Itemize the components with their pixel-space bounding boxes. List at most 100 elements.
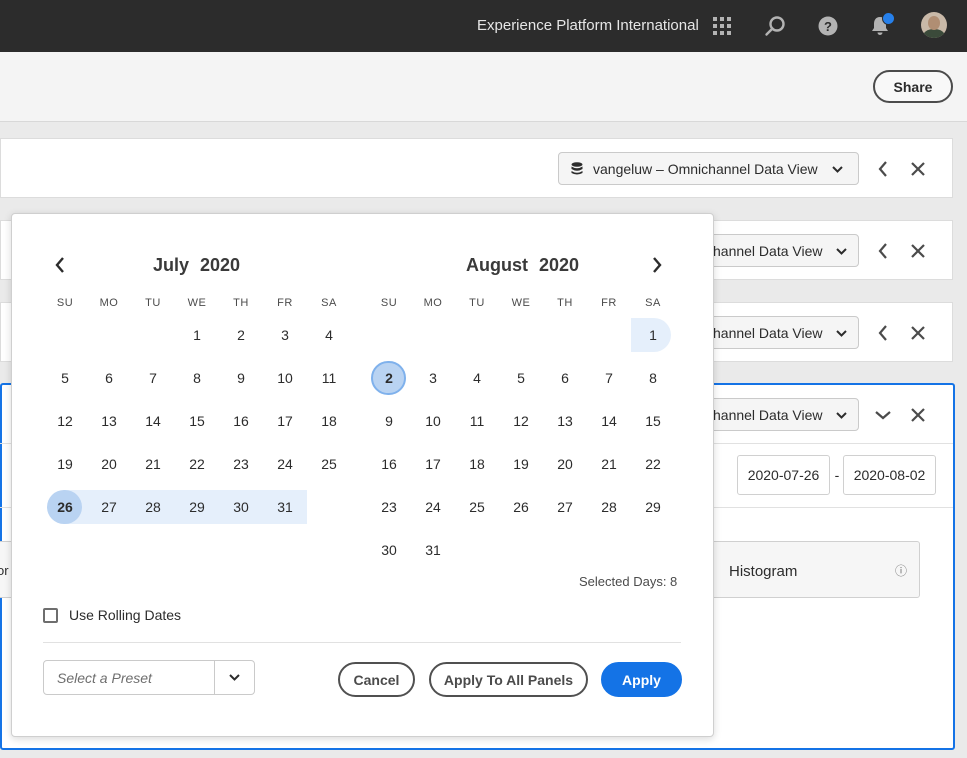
close-icon[interactable] bbox=[907, 158, 929, 180]
calendar-day[interactable]: 19 bbox=[43, 447, 87, 481]
calendar-day[interactable]: 16 bbox=[367, 447, 411, 481]
chevron-down-icon[interactable] bbox=[214, 661, 254, 694]
calendar-day[interactable]: 27 bbox=[543, 490, 587, 524]
calendar-day[interactable]: 12 bbox=[499, 404, 543, 438]
calendar-day[interactable]: 26 bbox=[43, 490, 87, 524]
divider bbox=[43, 642, 681, 643]
close-icon[interactable] bbox=[907, 322, 929, 344]
calendar-day[interactable]: 11 bbox=[455, 404, 499, 438]
calendar-day[interactable]: 9 bbox=[367, 404, 411, 438]
calendar-day[interactable]: 19 bbox=[499, 447, 543, 481]
close-icon[interactable] bbox=[907, 404, 929, 426]
notification-badge bbox=[882, 12, 895, 25]
calendar-day[interactable]: 22 bbox=[175, 447, 219, 481]
avatar[interactable] bbox=[921, 12, 947, 38]
calendar-day[interactable]: 9 bbox=[219, 361, 263, 395]
calendar-day[interactable]: 3 bbox=[411, 361, 455, 395]
chevron-left-icon[interactable] bbox=[872, 158, 894, 180]
rolling-dates-checkbox[interactable] bbox=[43, 608, 58, 623]
weekday-header: TH bbox=[557, 297, 573, 309]
calendar-day[interactable]: 10 bbox=[411, 404, 455, 438]
calendar-day[interactable]: 28 bbox=[131, 490, 175, 524]
help-icon[interactable]: ? bbox=[814, 12, 842, 40]
calendar-day[interactable]: 7 bbox=[131, 361, 175, 395]
close-icon[interactable] bbox=[907, 240, 929, 262]
calendar-day[interactable]: 25 bbox=[455, 490, 499, 524]
data-view-selector-2[interactable]: hannel Data View bbox=[700, 234, 859, 267]
calendar-day[interactable]: 22 bbox=[631, 447, 675, 481]
calendar-day[interactable]: 13 bbox=[543, 404, 587, 438]
calendar-day[interactable]: 8 bbox=[631, 361, 675, 395]
start-date-field[interactable]: 2020-07-26 bbox=[737, 455, 830, 495]
calendar-day[interactable]: 21 bbox=[587, 447, 631, 481]
calendar-day[interactable]: 3 bbox=[263, 318, 307, 352]
project-toolbar bbox=[0, 52, 967, 122]
apps-grid-icon[interactable] bbox=[708, 12, 736, 40]
calendar-day[interactable]: 14 bbox=[131, 404, 175, 438]
calendar-day[interactable]: 10 bbox=[263, 361, 307, 395]
calendar-day[interactable]: 7 bbox=[587, 361, 631, 395]
calendar-day[interactable]: 2 bbox=[367, 361, 411, 395]
calendar-day[interactable]: 23 bbox=[367, 490, 411, 524]
calendar-day[interactable]: 17 bbox=[411, 447, 455, 481]
data-view-selector-1[interactable]: vangeluw – Omnichannel Data View bbox=[558, 152, 859, 185]
data-view-selector-4[interactable]: hannel Data View bbox=[700, 398, 859, 431]
org-name[interactable]: Experience Platform International bbox=[477, 17, 699, 34]
calendar-day[interactable]: 18 bbox=[307, 404, 351, 438]
prev-month-button[interactable] bbox=[49, 254, 71, 276]
calendar-day[interactable]: 1 bbox=[631, 318, 675, 352]
weekday-header: SU bbox=[380, 297, 398, 309]
info-icon[interactable]: ⓘ bbox=[895, 562, 907, 579]
cancel-button[interactable]: Cancel bbox=[338, 662, 415, 697]
preset-placeholder: Select a Preset bbox=[57, 670, 152, 686]
calendar-day[interactable]: 23 bbox=[219, 447, 263, 481]
share-button[interactable]: Share bbox=[873, 70, 953, 103]
calendar-day[interactable]: 12 bbox=[43, 404, 87, 438]
calendar-day[interactable]: 6 bbox=[543, 361, 587, 395]
calendar-day[interactable]: 29 bbox=[175, 490, 219, 524]
calendar-day[interactable]: 26 bbox=[499, 490, 543, 524]
calendar-day[interactable]: 18 bbox=[455, 447, 499, 481]
apply-button[interactable]: Apply bbox=[601, 662, 682, 697]
calendar-day[interactable]: 13 bbox=[87, 404, 131, 438]
calendar-day[interactable]: 31 bbox=[263, 490, 307, 524]
collapse-chevron-icon[interactable] bbox=[872, 404, 894, 426]
calendar-day[interactable]: 11 bbox=[307, 361, 351, 395]
calendar-day[interactable]: 4 bbox=[307, 318, 351, 352]
calendar-day[interactable]: 20 bbox=[543, 447, 587, 481]
preset-dropdown[interactable]: Select a Preset bbox=[43, 660, 255, 695]
chevron-left-icon[interactable] bbox=[872, 322, 894, 344]
calendar-day[interactable]: 24 bbox=[411, 490, 455, 524]
calendar-day[interactable]: 15 bbox=[631, 404, 675, 438]
calendar-day[interactable]: 14 bbox=[587, 404, 631, 438]
calendar-day[interactable]: 20 bbox=[87, 447, 131, 481]
calendar-day[interactable]: 30 bbox=[367, 533, 411, 567]
search-icon[interactable] bbox=[761, 12, 789, 40]
calendar-day[interactable]: 4 bbox=[455, 361, 499, 395]
calendar-day[interactable]: 1 bbox=[175, 318, 219, 352]
calendar-day[interactable]: 30 bbox=[219, 490, 263, 524]
calendar-day[interactable]: 2 bbox=[219, 318, 263, 352]
calendar-day[interactable]: 21 bbox=[131, 447, 175, 481]
weekday-header: WE bbox=[187, 297, 207, 309]
end-date-field[interactable]: 2020-08-02 bbox=[843, 455, 936, 495]
calendar-day[interactable]: 25 bbox=[307, 447, 351, 481]
calendar-day[interactable]: 31 bbox=[411, 533, 455, 567]
calendar-day[interactable]: 16 bbox=[219, 404, 263, 438]
calendar-day[interactable]: 27 bbox=[87, 490, 131, 524]
histogram-tile[interactable]: Histogram ⓘ bbox=[708, 541, 920, 598]
calendar-day[interactable]: 6 bbox=[87, 361, 131, 395]
calendar-day[interactable]: 24 bbox=[263, 447, 307, 481]
calendar-day[interactable]: 5 bbox=[43, 361, 87, 395]
apply-to-all-panels-button[interactable]: Apply To All Panels bbox=[429, 662, 588, 697]
calendar-day[interactable]: 28 bbox=[587, 490, 631, 524]
chevron-left-icon[interactable] bbox=[872, 240, 894, 262]
data-view-selector-3[interactable]: hannel Data View bbox=[700, 316, 859, 349]
next-month-button[interactable] bbox=[646, 254, 668, 276]
calendar-day[interactable]: 17 bbox=[263, 404, 307, 438]
calendar-day[interactable]: 15 bbox=[175, 404, 219, 438]
weekday-header: SU bbox=[56, 297, 74, 309]
calendar-day[interactable]: 5 bbox=[499, 361, 543, 395]
calendar-day[interactable]: 8 bbox=[175, 361, 219, 395]
calendar-day[interactable]: 29 bbox=[631, 490, 675, 524]
